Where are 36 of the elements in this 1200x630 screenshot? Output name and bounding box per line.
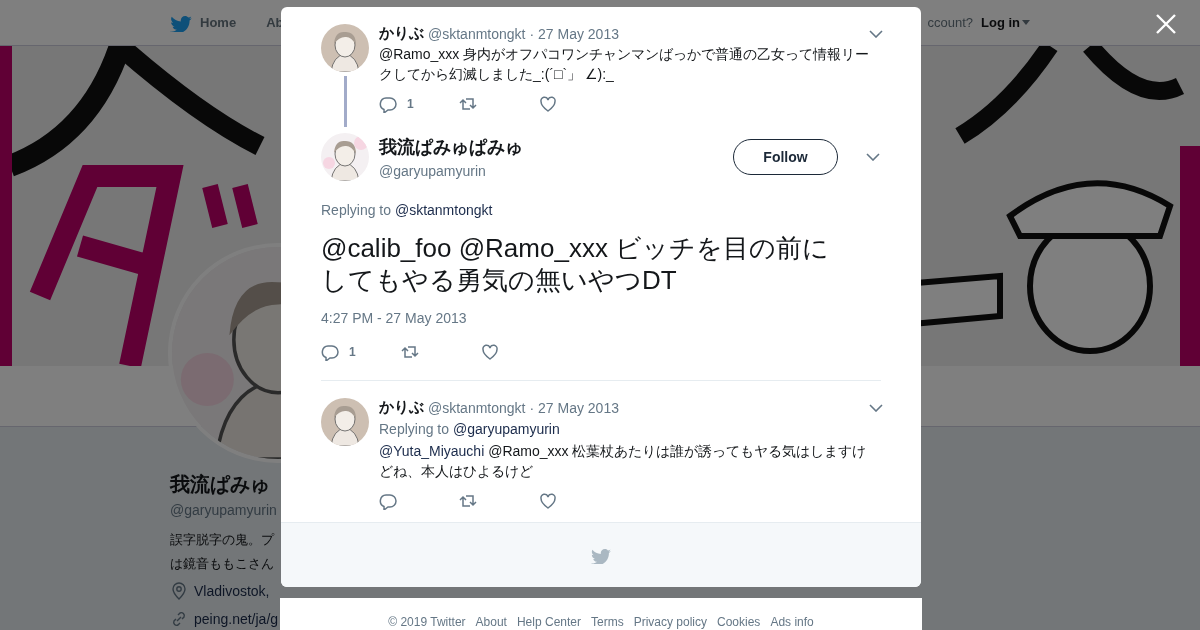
chevron-down-icon[interactable] bbox=[869, 403, 883, 412]
login-button[interactable]: Log in bbox=[981, 15, 1030, 30]
profile-bio-line: 誤字脱字の鬼。プ bbox=[170, 531, 274, 549]
footer-link[interactable]: Help Center bbox=[516, 615, 581, 629]
profile-handle: @garyupamyurin bbox=[170, 502, 277, 518]
heart-icon[interactable] bbox=[539, 492, 557, 510]
nav-link[interactable]: Home bbox=[200, 15, 237, 30]
retweet-icon[interactable] bbox=[459, 492, 477, 510]
close-icon[interactable] bbox=[1155, 13, 1177, 35]
footer-link[interactable]: About bbox=[475, 615, 507, 629]
profile-link[interactable]: peing.net/ja/g bbox=[194, 611, 279, 627]
link-icon bbox=[170, 610, 188, 628]
author-handle: @sktanmtongkt bbox=[428, 399, 526, 416]
tweet-date: · 27 May 2013 bbox=[529, 399, 619, 416]
reply-icon[interactable] bbox=[379, 492, 397, 510]
mention-link[interactable]: @Yuta_Miyauchi bbox=[379, 443, 485, 459]
replying-to-line: Replying to @garyupamyurin bbox=[379, 421, 561, 437]
login-prompt: ccount? bbox=[927, 15, 973, 30]
bird-icon bbox=[591, 546, 611, 564]
author-handle: @sktanmtongkt bbox=[428, 25, 526, 42]
copyright: © 2019 Twitter bbox=[388, 615, 466, 629]
caret-icon bbox=[1022, 20, 1030, 25]
tweet-date: · 27 May 2013 bbox=[529, 25, 619, 42]
profile-location: Vladivostok, bbox=[194, 583, 270, 599]
location-pin-icon bbox=[170, 582, 188, 600]
footer-link[interactable]: Ads info bbox=[770, 615, 814, 629]
profile-name: 我流ぱみゅ bbox=[170, 472, 270, 497]
chevron-down-icon[interactable] bbox=[869, 29, 883, 38]
tweet-text: @Yuta_Miyauchi @Ramo_xxx 松葉杖あたりは誰が誘ってもヤる気はしますけどね、本人はひよるけど bbox=[379, 442, 868, 481]
mention-link[interactable]: @garyupamyurin bbox=[452, 421, 560, 437]
author-name: かりぶ bbox=[379, 398, 424, 417]
footer-link[interactable]: Terms bbox=[591, 615, 624, 629]
footer-link[interactable]: Cookies bbox=[717, 615, 761, 629]
profile-bio-line: は鏡音ももこさん bbox=[170, 555, 274, 573]
author-name: かりぶ bbox=[379, 24, 424, 43]
footer-link[interactable]: Privacy policy bbox=[633, 615, 707, 629]
